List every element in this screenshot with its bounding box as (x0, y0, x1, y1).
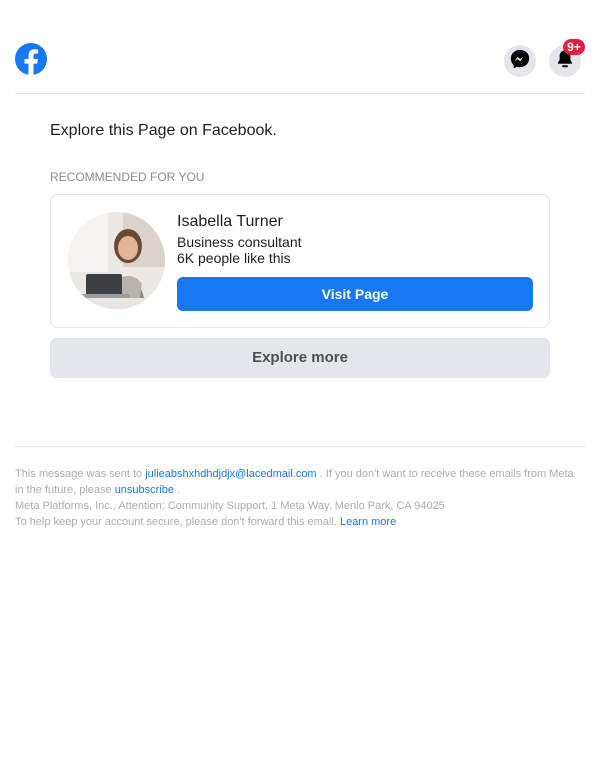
page-name[interactable]: Isabella Turner (177, 212, 283, 232)
notification-badge: 9+ (563, 39, 585, 55)
footer-security-line: To help keep your account secure, please… (15, 514, 580, 530)
messenger-button[interactable] (504, 45, 536, 77)
unsubscribe-link[interactable]: unsubscribe (115, 484, 174, 496)
recommended-page-card: Isabella Turner Business consultant 6K p… (50, 194, 550, 328)
page-likes-count: 6K people like this (177, 250, 291, 266)
email-footer: This message was sent to julieabshxhdhdj… (15, 466, 580, 530)
footer-divider (15, 446, 585, 447)
email-page: 9+ Explore this Page on Facebook. RECOMM… (0, 0, 600, 768)
facebook-logo-icon[interactable] (15, 43, 47, 76)
explore-more-button[interactable]: Explore more (50, 338, 550, 378)
footer-recipient-line: This message was sent to julieabshxhdhdj… (15, 466, 580, 498)
footer-address: Meta Platforms, Inc., Attention: Communi… (15, 500, 445, 512)
footer-security-text: To help keep your account secure, please… (15, 516, 340, 528)
footer-sent-to-text: This message was sent to (15, 468, 146, 480)
page-category: Business consultant (177, 234, 302, 250)
learn-more-link[interactable]: Learn more (340, 516, 396, 528)
page-heading: Explore this Page on Facebook. (50, 122, 277, 139)
footer-period: . (174, 484, 181, 496)
messenger-icon (509, 48, 531, 75)
email-header: 9+ (15, 38, 585, 94)
recipient-email-link[interactable]: julieabshxhdhdjdjx@lacedmail.com (145, 468, 316, 480)
profile-photo[interactable] (68, 212, 165, 309)
notifications-button[interactable]: 9+ (549, 39, 585, 77)
section-label: RECOMMENDED FOR YOU (50, 170, 205, 184)
visit-page-button[interactable]: Visit Page (177, 277, 533, 311)
